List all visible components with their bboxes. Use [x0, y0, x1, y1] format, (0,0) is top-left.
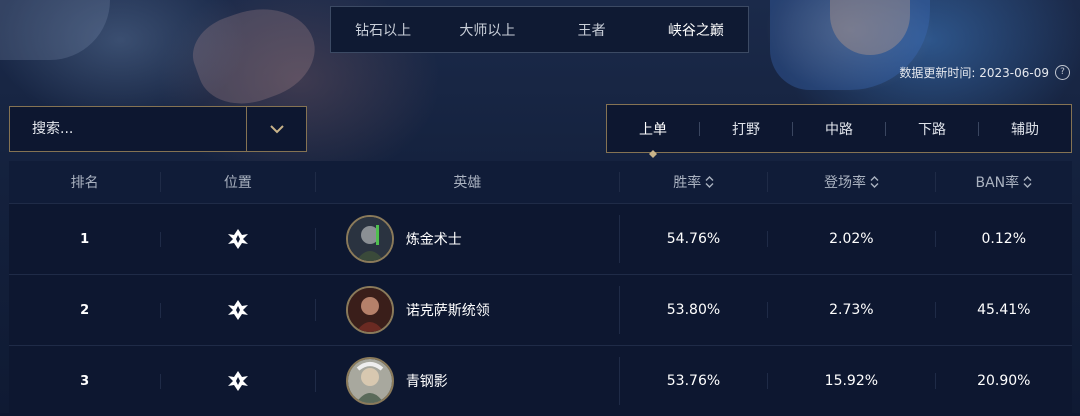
- winrate-cell: 54.76%: [620, 231, 769, 247]
- hero-name: 青钢影: [405, 374, 448, 390]
- hero-ranking-table: 排名 位置 英雄 胜率 登场率 BAN率 1 炼金术士 54.76% 2.02%: [9, 161, 1072, 413]
- rank-cell: 1: [9, 231, 162, 247]
- top-lane-icon: [228, 300, 249, 320]
- search-box: [9, 106, 307, 152]
- tier-tabs: 钻石以上 大师以上 王者 峡谷之巅: [330, 6, 749, 53]
- banrate-cell: 0.12%: [981, 231, 1026, 247]
- dropdown-button[interactable]: [247, 107, 306, 151]
- sort-icon: [705, 176, 714, 188]
- update-info: 数据更新时间: 2023-06-09 ?: [899, 64, 1070, 81]
- header-pickrate[interactable]: 登场率: [768, 172, 936, 192]
- position-cell: [161, 299, 316, 321]
- tab-bottom[interactable]: 下路: [886, 119, 978, 139]
- pickrate-cell: 2.73%: [768, 302, 936, 318]
- sort-icon: [870, 176, 879, 188]
- header-rank: 排名: [9, 172, 162, 192]
- table-row[interactable]: 1 炼金术士 54.76% 2.02% 0.12%: [9, 203, 1072, 274]
- rank-cell: 3: [9, 373, 162, 389]
- table-header: 排名 位置 英雄 胜率 登场率 BAN率: [9, 161, 1072, 203]
- header-hero: 英雄: [316, 172, 621, 192]
- position-tabs: 上单 打野 中路 下路 辅助: [606, 104, 1072, 158]
- pickrate-cell: 2.02%: [768, 231, 936, 247]
- sort-icon: [1023, 176, 1032, 188]
- top-lane-icon: [228, 371, 249, 391]
- active-indicator-icon: [649, 149, 657, 158]
- header-banrate[interactable]: BAN率: [936, 172, 1072, 192]
- tab-summit[interactable]: 峡谷之巅: [644, 20, 748, 40]
- tab-top-label: 上单: [639, 121, 667, 138]
- tab-master-plus[interactable]: 大师以上: [435, 20, 539, 40]
- search-input[interactable]: [10, 107, 246, 151]
- header-banrate-label: BAN率: [975, 175, 1020, 191]
- tab-top[interactable]: 上单: [607, 119, 699, 158]
- hero-avatar: [345, 357, 394, 405]
- banrate-cell: 20.90%: [977, 373, 1031, 389]
- update-time-text: 数据更新时间: 2023-06-09: [899, 66, 1049, 80]
- hero-avatar: [345, 215, 394, 263]
- position-cell: [161, 228, 316, 250]
- rank-cell: 2: [9, 302, 162, 318]
- top-lane-icon: [228, 229, 249, 249]
- header-pickrate-label: 登场率: [824, 175, 867, 191]
- tab-challenger[interactable]: 王者: [540, 20, 644, 40]
- hero-cell[interactable]: 诺克萨斯统领: [316, 286, 620, 334]
- help-icon[interactable]: ?: [1055, 65, 1070, 80]
- position-cell: [161, 370, 316, 392]
- chevron-down-icon: [269, 124, 284, 133]
- pickrate-cell: 15.92%: [768, 373, 936, 389]
- header-winrate-label: 胜率: [673, 175, 702, 191]
- table-row[interactable]: 2 诺克萨斯统领 53.80% 2.73% 45.41%: [9, 274, 1072, 345]
- header-winrate[interactable]: 胜率: [620, 172, 769, 192]
- winrate-cell: 53.76%: [620, 373, 769, 389]
- table-row[interactable]: 3 青钢影 53.76% 15.92% 20.90%: [9, 345, 1072, 416]
- hero-name: 炼金术士: [405, 232, 462, 248]
- tab-jungle[interactable]: 打野: [700, 119, 792, 139]
- tab-mid[interactable]: 中路: [793, 119, 885, 139]
- hero-cell[interactable]: 炼金术士: [316, 215, 620, 263]
- hero-cell[interactable]: 青钢影: [316, 357, 620, 405]
- banrate-cell: 45.41%: [977, 302, 1031, 318]
- tab-support[interactable]: 辅助: [979, 119, 1071, 139]
- winrate-cell: 53.80%: [620, 302, 769, 318]
- hero-avatar: [345, 286, 394, 334]
- tab-diamond-plus[interactable]: 钻石以上: [331, 20, 435, 40]
- header-position: 位置: [161, 172, 316, 192]
- hero-name: 诺克萨斯统领: [405, 303, 490, 319]
